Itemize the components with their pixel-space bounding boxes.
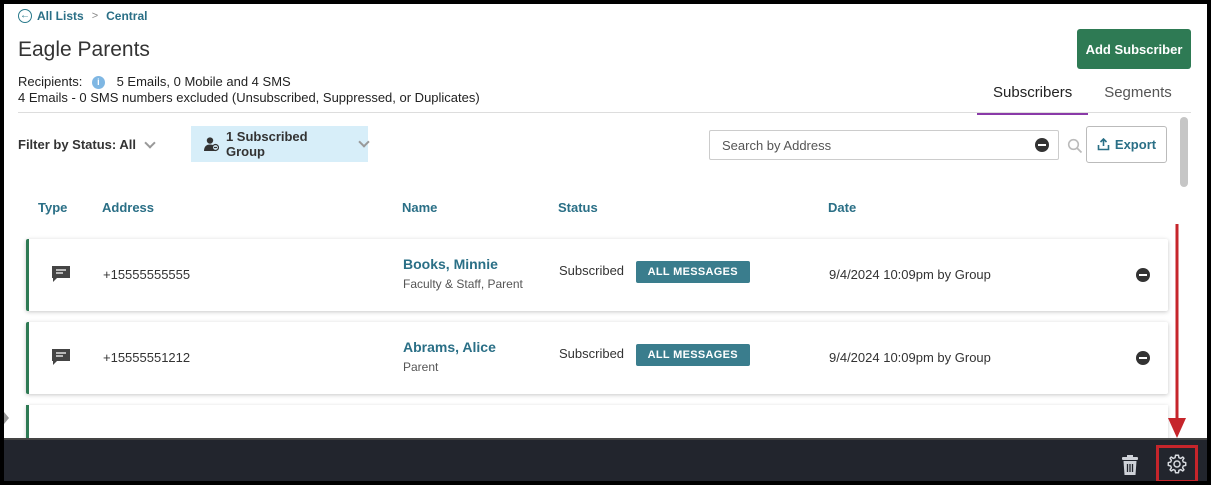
status-text: Subscribed	[559, 263, 625, 278]
tab-subscribers[interactable]: Subscribers	[977, 78, 1089, 115]
group-filter-label: 1 Subscribed Group	[225, 129, 308, 159]
date-cell: 9/4/2024 10:09pm by Group	[829, 350, 991, 365]
table-row[interactable]: +15555555555 Books, Minnie Faculty & Sta…	[26, 239, 1168, 311]
subscriber-name-link[interactable]: Abrams, Alice	[403, 339, 496, 355]
breadcrumb-separator: >	[91, 10, 99, 22]
page-title: Eagle Parents	[18, 38, 150, 61]
person-icon	[203, 137, 219, 152]
clear-search-icon[interactable]	[1035, 138, 1049, 152]
tab-bar: Subscribers Segments	[977, 78, 1188, 115]
subscriber-groups: Faculty & Staff, Parent	[403, 277, 523, 291]
export-label: Export	[1114, 137, 1157, 152]
name-cell: Books, Minnie Faculty & Staff, Parent	[403, 256, 523, 291]
breadcrumb: ← All Lists > Central	[18, 9, 147, 23]
chat-icon	[52, 349, 70, 365]
breadcrumb-current-link[interactable]: Central	[106, 9, 147, 23]
remove-subscriber-icon[interactable]	[1136, 268, 1150, 282]
address-cell: +15555551212	[103, 350, 191, 365]
export-button[interactable]: Export	[1086, 126, 1167, 163]
column-date: Date	[828, 200, 857, 215]
recipients-counts: 5 Emails, 0 Mobile and 4 SMS	[116, 74, 291, 89]
status-filter-label: Filter by Status: All	[18, 137, 136, 152]
search-input[interactable]	[710, 131, 1035, 159]
name-cell: Abrams, Alice Parent	[403, 339, 496, 374]
column-address: Address	[102, 200, 155, 215]
settings-button[interactable]	[1156, 445, 1198, 481]
table-row[interactable]: +15555551212 Abrams, Alice Parent Subscr…	[26, 322, 1168, 394]
status-cell: Subscribed ALL MESSAGES	[559, 344, 750, 366]
status-text: Subscribed	[559, 346, 625, 361]
excluded-summary: 4 Emails - 0 SMS numbers excluded (Unsub…	[18, 90, 480, 105]
chevron-down-icon	[358, 136, 370, 148]
recipients-label: Recipients:	[18, 74, 83, 89]
breadcrumb-all-lists-link[interactable]: All Lists	[37, 9, 84, 23]
info-icon[interactable]: i	[91, 76, 105, 89]
back-arrow-icon[interactable]: ←	[18, 9, 32, 23]
recipients-summary: Recipients: i 5 Emails, 0 Mobile and 4 S…	[18, 74, 480, 106]
date-cell: 9/4/2024 10:09pm by Group	[829, 267, 991, 282]
remove-subscriber-icon[interactable]	[1136, 351, 1150, 365]
subscriber-groups: Parent	[403, 360, 439, 374]
status-badge: ALL MESSAGES	[635, 261, 750, 283]
address-cell: +15555555555	[103, 267, 191, 282]
search-icon[interactable]	[1067, 138, 1083, 154]
scrollbar-thumb[interactable]	[1180, 117, 1188, 187]
status-badge: ALL MESSAGES	[635, 344, 750, 366]
trash-icon[interactable]	[1118, 453, 1142, 477]
chevron-down-icon	[144, 136, 156, 149]
subscribed-group-dropdown[interactable]: 1 Subscribed Group	[191, 126, 370, 162]
app-window: ← All Lists > Central Eagle Parents Reci…	[0, 0, 1211, 485]
status-filter-dropdown[interactable]: Filter by Status: All	[18, 136, 156, 152]
gear-icon	[1167, 454, 1187, 474]
column-name: Name	[402, 200, 438, 215]
subscriber-name-link[interactable]: Books, Minnie	[403, 256, 523, 272]
column-status: Status	[558, 200, 598, 215]
chat-icon	[52, 266, 70, 282]
header-divider	[18, 112, 1191, 113]
upload-icon	[1097, 138, 1110, 151]
add-subscriber-button[interactable]: Add Subscriber	[1077, 29, 1191, 69]
search-field	[709, 130, 1059, 160]
bottom-toolbar	[4, 438, 1207, 481]
status-cell: Subscribed ALL MESSAGES	[559, 261, 750, 283]
table-header: Type Address Name Status Date	[26, 200, 1168, 220]
collapse-handle-icon[interactable]	[4, 409, 10, 427]
column-type: Type	[38, 200, 68, 215]
tab-segments[interactable]: Segments	[1088, 78, 1188, 115]
